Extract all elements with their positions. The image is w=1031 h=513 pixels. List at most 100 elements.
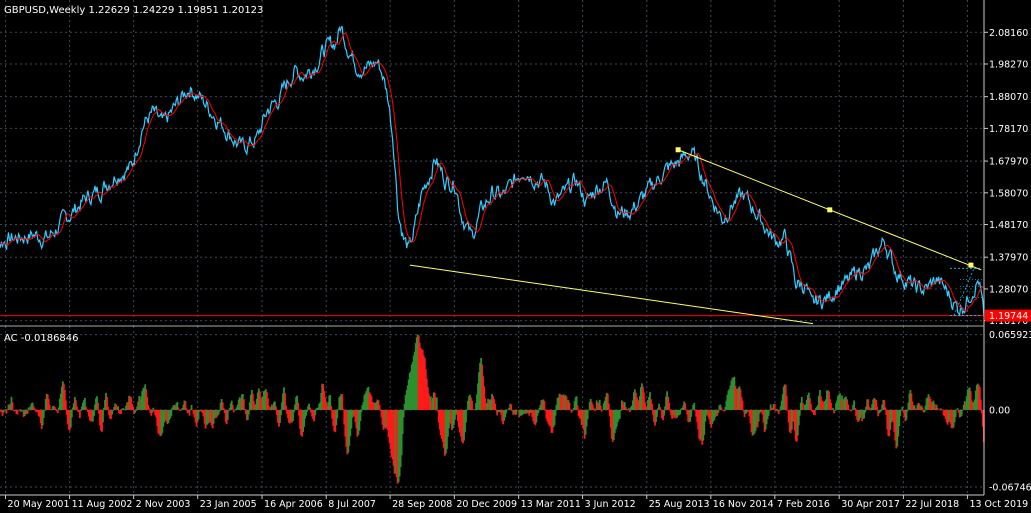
ac-bar [684, 403, 687, 410]
ac-bar [120, 409, 122, 414]
ac-bar [868, 406, 871, 410]
ac-bar [587, 409, 590, 411]
ac-bar [884, 407, 887, 410]
ac-bar [607, 403, 610, 410]
ac-bar [876, 406, 879, 410]
ac-bar [471, 400, 473, 410]
ac-bar [247, 409, 250, 415]
price-tick-label: 1.98270 [989, 59, 1028, 70]
time-tick-label: 28 Sep 2008 [392, 499, 452, 510]
time-tick-label: 11 Aug 2002 [72, 499, 133, 510]
ac-bar [554, 409, 557, 416]
ac-bar [938, 409, 941, 411]
ac-bar [280, 409, 282, 416]
ac-bar [231, 404, 234, 410]
ac-bar [297, 402, 299, 410]
time-tick-label: 20 May 2001 [8, 499, 70, 510]
ac-indicator-header: AC -0.0186846 [4, 333, 79, 344]
ac-bar [906, 409, 909, 412]
ac-bar [3, 409, 6, 411]
ac-bar [576, 405, 579, 410]
ac-bar [961, 409, 964, 411]
ac-bar [152, 407, 155, 410]
ac-bar [33, 408, 36, 410]
ac-bar [571, 409, 574, 411]
ac-bar [627, 409, 629, 411]
ac-bar [76, 406, 78, 410]
ac-bar [268, 405, 270, 410]
ac-bar [847, 404, 849, 410]
ac-bar [56, 409, 59, 414]
ac-bar [537, 409, 540, 413]
chart-background [0, 0, 1031, 513]
time-tick-label: 16 Apr 2006 [264, 499, 323, 510]
ac-bar [5, 409, 8, 414]
ac-bar [801, 403, 804, 410]
price-tick-label: 2.08160 [989, 28, 1028, 39]
ac-bar [233, 409, 236, 411]
ac-bar [309, 407, 311, 410]
ac-bar [717, 409, 720, 413]
ac-bar [768, 409, 771, 411]
ac-bar [656, 409, 658, 417]
ac-bar [330, 405, 333, 410]
ac-bar [543, 401, 546, 410]
ac-bar [218, 409, 221, 412]
trendline-anchor-handle[interactable] [968, 262, 974, 268]
ac-bar [11, 402, 14, 410]
ac-tick-label: 0.0659238 [989, 330, 1031, 341]
ac-bar [43, 409, 46, 411]
ac-bar [619, 409, 622, 411]
ac-bar [723, 409, 726, 412]
ac-bar [107, 406, 109, 410]
ac-bar [132, 407, 135, 410]
ac-bar [179, 409, 182, 411]
ac-bar [188, 409, 191, 416]
ac-bar [342, 409, 345, 410]
ac-bar [494, 403, 496, 410]
ac-bar [659, 407, 661, 410]
ac-bar [135, 409, 138, 411]
ac-bar [360, 409, 363, 413]
ac-bar [720, 407, 723, 410]
ac-bar [814, 409, 816, 416]
ac-bar [275, 406, 277, 410]
ac-bar [618, 409, 621, 419]
ac-bar [651, 403, 653, 410]
ac-bar [921, 407, 924, 410]
ac-bar [693, 402, 696, 410]
ac-bar [663, 409, 665, 416]
trendline-anchor-handle[interactable] [675, 147, 681, 153]
ac-bar [285, 405, 287, 410]
ac-bar [117, 406, 119, 410]
chart-window[interactable]: 2.08160 1.98270 1.88070 1.78170 1.67970 1.580… [0, 0, 1031, 513]
ac-bar [848, 409, 850, 410]
ac-bar [80, 409, 82, 411]
time-tick-label: 16 Nov 2014 [713, 499, 774, 510]
ac-bar [854, 408, 856, 410]
time-tick-label: 13 Oct 2019 [969, 499, 1028, 510]
price-tick-label: 1.58070 [989, 188, 1028, 199]
ac-bar [626, 408, 628, 410]
ac-bar [148, 408, 151, 410]
trendline-anchor-handle[interactable] [827, 207, 833, 213]
ac-bar [102, 409, 104, 423]
ac-bar [402, 409, 405, 418]
ac-bar [506, 409, 509, 411]
time-tick-label: 22 Jul 2018 [905, 499, 959, 510]
ac-bar [70, 409, 73, 418]
time-tick-label: 25 Aug 2013 [649, 499, 710, 510]
price-tick-label: 1.88070 [989, 92, 1028, 103]
price-tick-label: 1.78170 [989, 124, 1028, 135]
ac-bar [314, 409, 317, 416]
ac-bar [690, 409, 693, 417]
ac-bar [593, 409, 596, 411]
ac-bar [505, 409, 508, 414]
price-tick-label: 1.67970 [989, 157, 1028, 168]
ac-bar [341, 394, 344, 410]
ac-bar [97, 402, 99, 410]
time-tick-label: 8 Jul 2007 [328, 499, 376, 510]
ac-bar [880, 409, 883, 412]
ac-bar [465, 409, 467, 423]
ac-bar [923, 409, 926, 413]
